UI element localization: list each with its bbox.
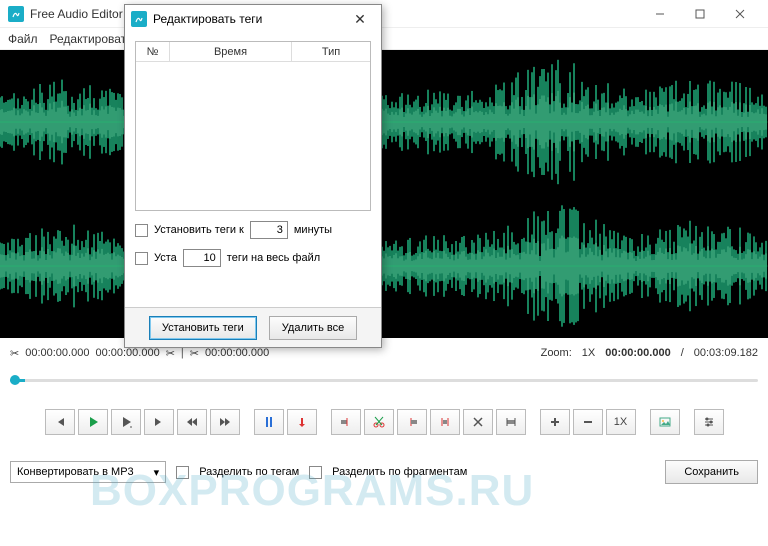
menu-file[interactable]: Файл xyxy=(8,32,38,46)
zoom-out-button[interactable] xyxy=(573,409,603,435)
scissors-icon: ✂ xyxy=(10,347,19,360)
timeline-bar: ✂ 00:00:00.000 00:00:00.000 ✂ | ✂ 00:00:… xyxy=(0,338,768,368)
settings-button[interactable] xyxy=(694,409,724,435)
waveform-view[interactable] xyxy=(0,50,768,338)
marker-blue-button[interactable] xyxy=(254,409,284,435)
col-number: № xyxy=(136,42,170,61)
delete-button[interactable] xyxy=(463,409,493,435)
save-button[interactable]: Сохранить xyxy=(665,460,758,484)
position-slider-row xyxy=(0,368,768,392)
cut-left-button[interactable] xyxy=(331,409,361,435)
tags-count-input[interactable] xyxy=(183,249,221,267)
image-button[interactable] xyxy=(650,409,680,435)
forward-button[interactable] xyxy=(210,409,240,435)
dialog-titlebar[interactable]: Редактировать теги ✕ xyxy=(125,5,381,33)
zoom-value: 1X xyxy=(582,347,595,359)
dialog-close-button[interactable]: ✕ xyxy=(345,11,375,28)
skip-end-button[interactable] xyxy=(144,409,174,435)
play-button[interactable] xyxy=(78,409,108,435)
time-end: 00:00:00.000 xyxy=(205,347,269,359)
bottom-bar: Конвертировать в MP3▾ Разделить по тегам… xyxy=(0,452,768,492)
format-dropdown[interactable]: Конвертировать в MP3▾ xyxy=(10,461,166,483)
trim-outside-button[interactable] xyxy=(430,409,460,435)
scissors-icon: ✂ xyxy=(166,347,175,360)
crop-button[interactable] xyxy=(496,409,526,435)
time-start: 00:00:00.000 xyxy=(25,347,89,359)
set-tags-interval-label: Установить теги к xyxy=(154,224,244,236)
app-icon xyxy=(8,6,24,22)
slider-thumb[interactable] xyxy=(10,375,20,385)
app-icon xyxy=(131,11,147,27)
split-fragments-checkbox[interactable] xyxy=(309,466,322,479)
tags-table[interactable]: № Время Тип xyxy=(135,41,371,211)
menu-bar: Файл Редактировать xyxy=(0,28,768,50)
delete-all-button[interactable]: Удалить все xyxy=(269,316,357,340)
chevron-down-icon: ▾ xyxy=(154,466,160,479)
transport-toolbar: 1X xyxy=(0,392,768,452)
position-slider[interactable] xyxy=(10,379,758,382)
skip-start-button[interactable] xyxy=(45,409,75,435)
cut-right-button[interactable] xyxy=(397,409,427,435)
minimize-button[interactable] xyxy=(640,0,680,28)
play-selection-button[interactable] xyxy=(111,409,141,435)
minutes-label: минуты xyxy=(294,224,332,236)
split-fragments-label: Разделить по фрагментам xyxy=(332,466,467,478)
zoom-label: Zoom: xyxy=(541,347,572,359)
edit-tags-dialog: Редактировать теги ✕ № Время Тип Установ… xyxy=(124,4,382,348)
split-tags-label: Разделить по тегам xyxy=(199,466,299,478)
position-time: 00:00:00.000 xyxy=(605,347,670,359)
col-time: Время xyxy=(170,42,292,61)
dialog-title: Редактировать теги xyxy=(153,12,345,26)
tags-whole-file-label: теги на весь файл xyxy=(227,252,320,264)
rate-button[interactable]: 1X xyxy=(606,409,636,435)
marker-red-button[interactable] xyxy=(287,409,317,435)
title-bar: Free Audio Editor xyxy=(0,0,768,28)
set-tags-interval-checkbox[interactable] xyxy=(135,224,148,237)
rewind-button[interactable] xyxy=(177,409,207,435)
maximize-button[interactable] xyxy=(680,0,720,28)
set-tags-button[interactable]: Установить теги xyxy=(149,316,257,340)
set-tags-count-checkbox[interactable] xyxy=(135,252,148,265)
duration-time: 00:03:09.182 xyxy=(694,347,758,359)
scissors-icon: ✂ xyxy=(190,347,199,360)
zoom-in-button[interactable] xyxy=(540,409,570,435)
interval-minutes-input[interactable] xyxy=(250,221,288,239)
time-sel: 00:00:00.000 xyxy=(95,347,159,359)
close-button[interactable] xyxy=(720,0,760,28)
set-tags-count-label: Уста xyxy=(154,252,177,264)
split-tags-checkbox[interactable] xyxy=(176,466,189,479)
cut-button[interactable] xyxy=(364,409,394,435)
menu-edit[interactable]: Редактировать xyxy=(50,32,133,46)
col-type: Тип xyxy=(292,42,370,61)
